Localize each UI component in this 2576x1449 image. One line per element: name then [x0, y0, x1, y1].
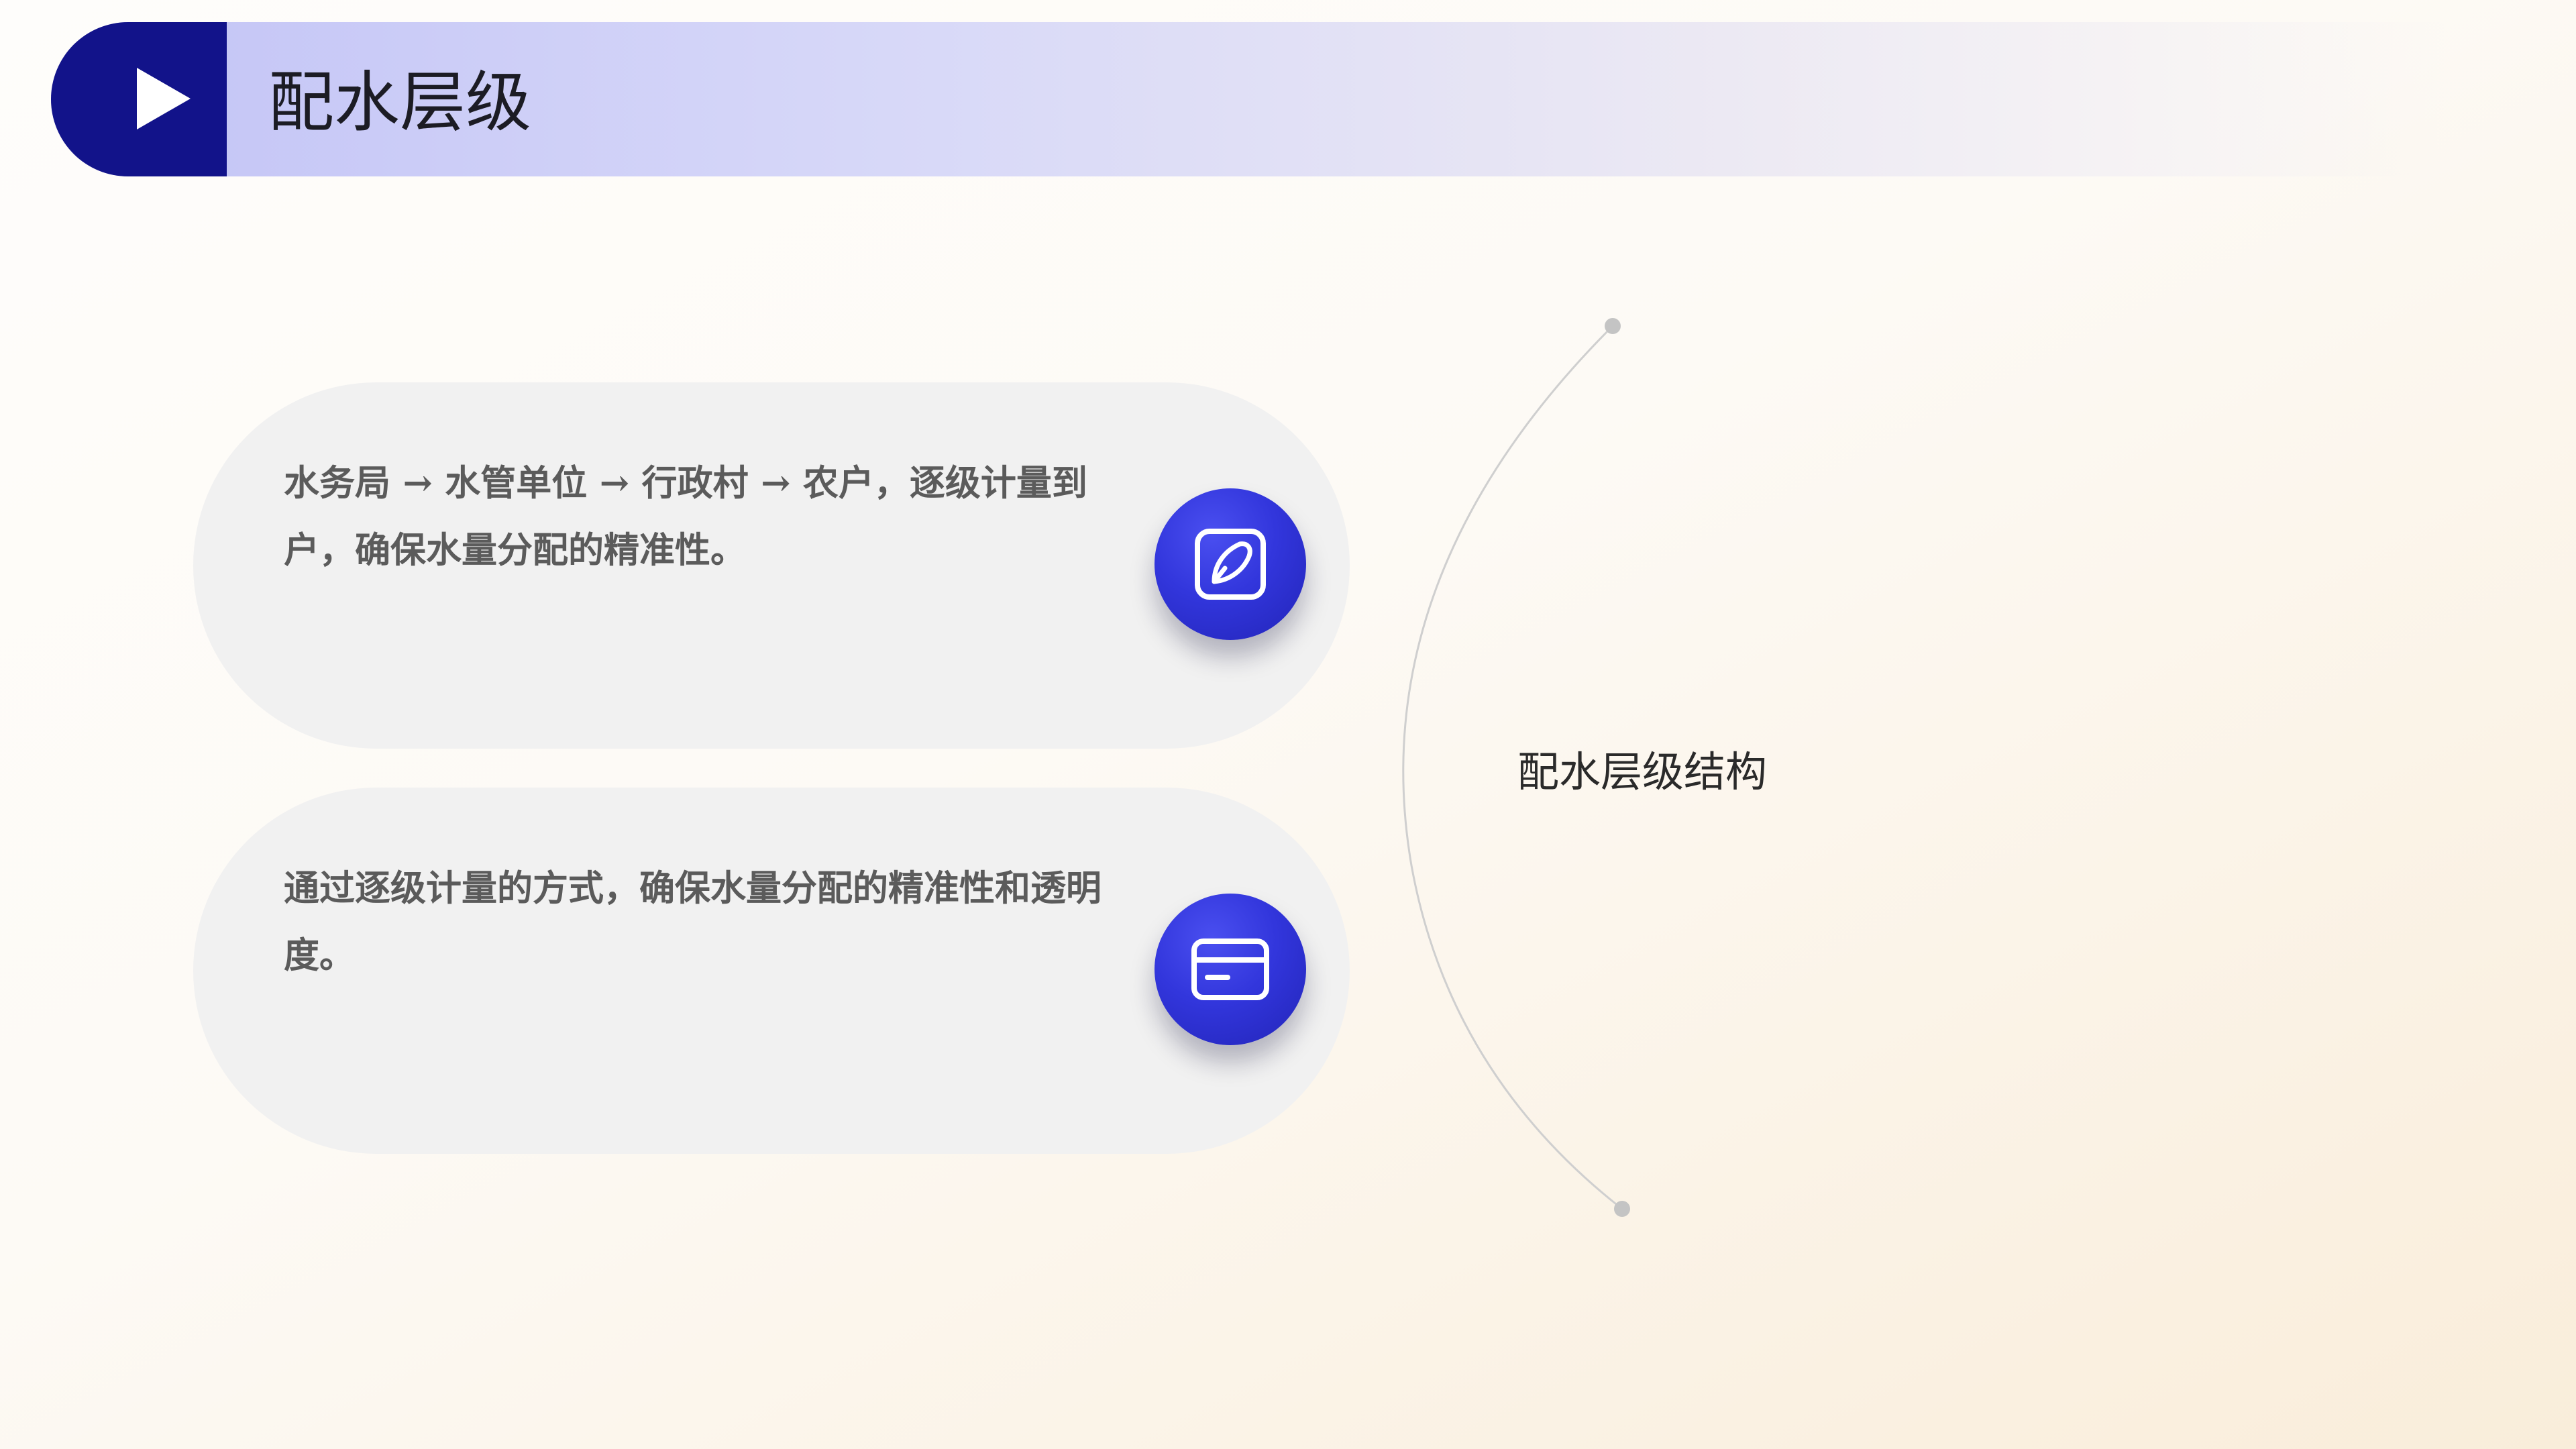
structure-label: 配水层级结构	[1517, 747, 1768, 796]
arc-top-dot	[1605, 318, 1621, 334]
card-icon	[1155, 894, 1306, 1045]
card-text: 水务局 → 水管单位 → 行政村 → 农户，逐级计量到户，确保水量分配的精准性。	[284, 462, 1087, 571]
card-text: 通过逐级计量的方式，确保水量分配的精准性和透明度。	[284, 867, 1102, 976]
edit-icon	[1155, 488, 1306, 640]
info-card-hierarchy: 水务局 → 水管单位 → 行政村 → 农户，逐级计量到户，确保水量分配的精准性。	[193, 382, 1350, 749]
arc-bottom-dot	[1614, 1201, 1630, 1217]
info-card-transparency: 通过逐级计量的方式，确保水量分配的精准性和透明度。	[193, 788, 1350, 1154]
